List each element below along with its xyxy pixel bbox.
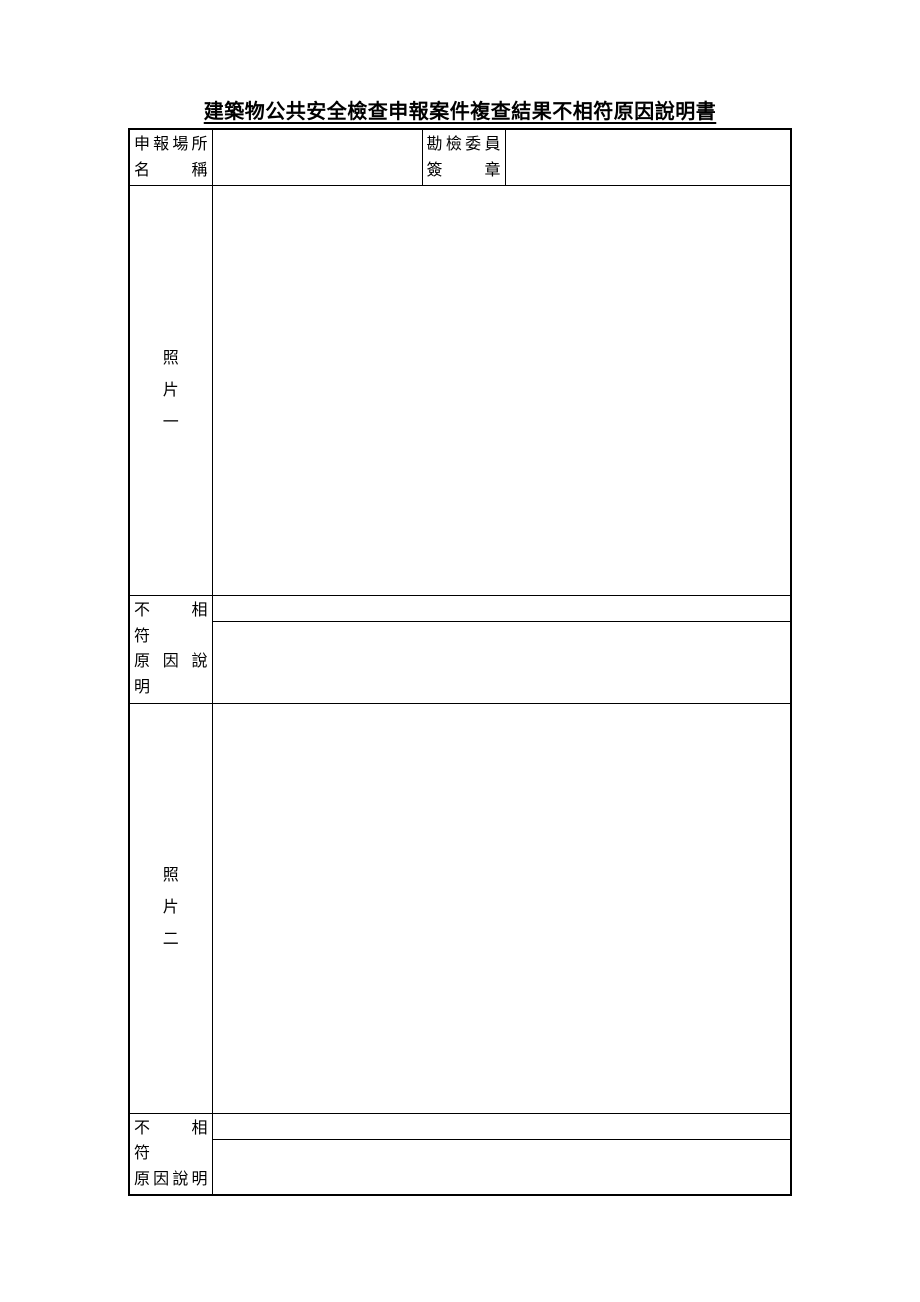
reason-2-value-line2[interactable]: [213, 1140, 791, 1166]
reason-1-value-line2[interactable]: [213, 622, 791, 648]
venue-label-line2: 名 稱: [134, 162, 208, 179]
reason-1-label: 不 相 符 原 因 說 明: [129, 596, 212, 703]
photo-2-char1: 照: [163, 860, 179, 892]
photo-1-row: 照 片 一: [129, 186, 791, 596]
reason-2-label-line1: 不 相 符: [134, 1116, 208, 1167]
photo-1-char2: 片: [163, 375, 179, 407]
photo-1-char3: 一: [163, 407, 179, 439]
reason-2-value[interactable]: [212, 1113, 791, 1195]
reason-2-row: 不 相 符 原因說明: [129, 1113, 791, 1195]
photo-2-area[interactable]: [212, 703, 791, 1113]
reason-1-row: 不 相 符 原 因 說 明: [129, 596, 791, 703]
form-title: 建築物公共安全檢查申報案件複查結果不相符原因說明書: [128, 95, 792, 124]
reason-1-value-line1[interactable]: [213, 596, 791, 622]
reason-2-label: 不 相 符 原因說明: [129, 1113, 212, 1195]
header-row: 申報場所 名 稱 勘檢委員 簽 章: [129, 129, 791, 186]
inspector-signature-label: 勘檢委員 簽 章: [422, 129, 505, 186]
reason-2-label-line2: 原因說明: [134, 1167, 208, 1193]
inspector-label-line2: 簽 章: [427, 162, 501, 179]
venue-label-line1: 申報場所: [134, 136, 208, 153]
venue-name-label: 申報場所 名 稱: [129, 129, 212, 186]
inspector-label-line1: 勘檢委員: [427, 136, 501, 153]
photo-2-char3: 二: [163, 924, 179, 956]
reason-1-label-line1: 不 相 符: [134, 598, 208, 649]
photo-2-char2: 片: [163, 892, 179, 924]
photo-1-label: 照 片 一: [129, 186, 212, 596]
reason-1-value[interactable]: [212, 596, 791, 703]
reason-1-label-line2: 原 因 說 明: [134, 649, 208, 700]
reason-2-value-line1[interactable]: [213, 1114, 791, 1140]
form-table: 申報場所 名 稱 勘檢委員 簽 章 照 片 一: [128, 128, 792, 1196]
photo-2-label: 照 片 二: [129, 703, 212, 1113]
venue-name-value[interactable]: [212, 129, 422, 186]
photo-1-area[interactable]: [212, 186, 791, 596]
form-page: 建築物公共安全檢查申報案件複查結果不相符原因說明書 申報場所 名 稱 勘檢委員 …: [0, 0, 920, 1196]
inspector-signature-value[interactable]: [505, 129, 791, 186]
photo-2-row: 照 片 二: [129, 703, 791, 1113]
photo-1-char1: 照: [163, 343, 179, 375]
